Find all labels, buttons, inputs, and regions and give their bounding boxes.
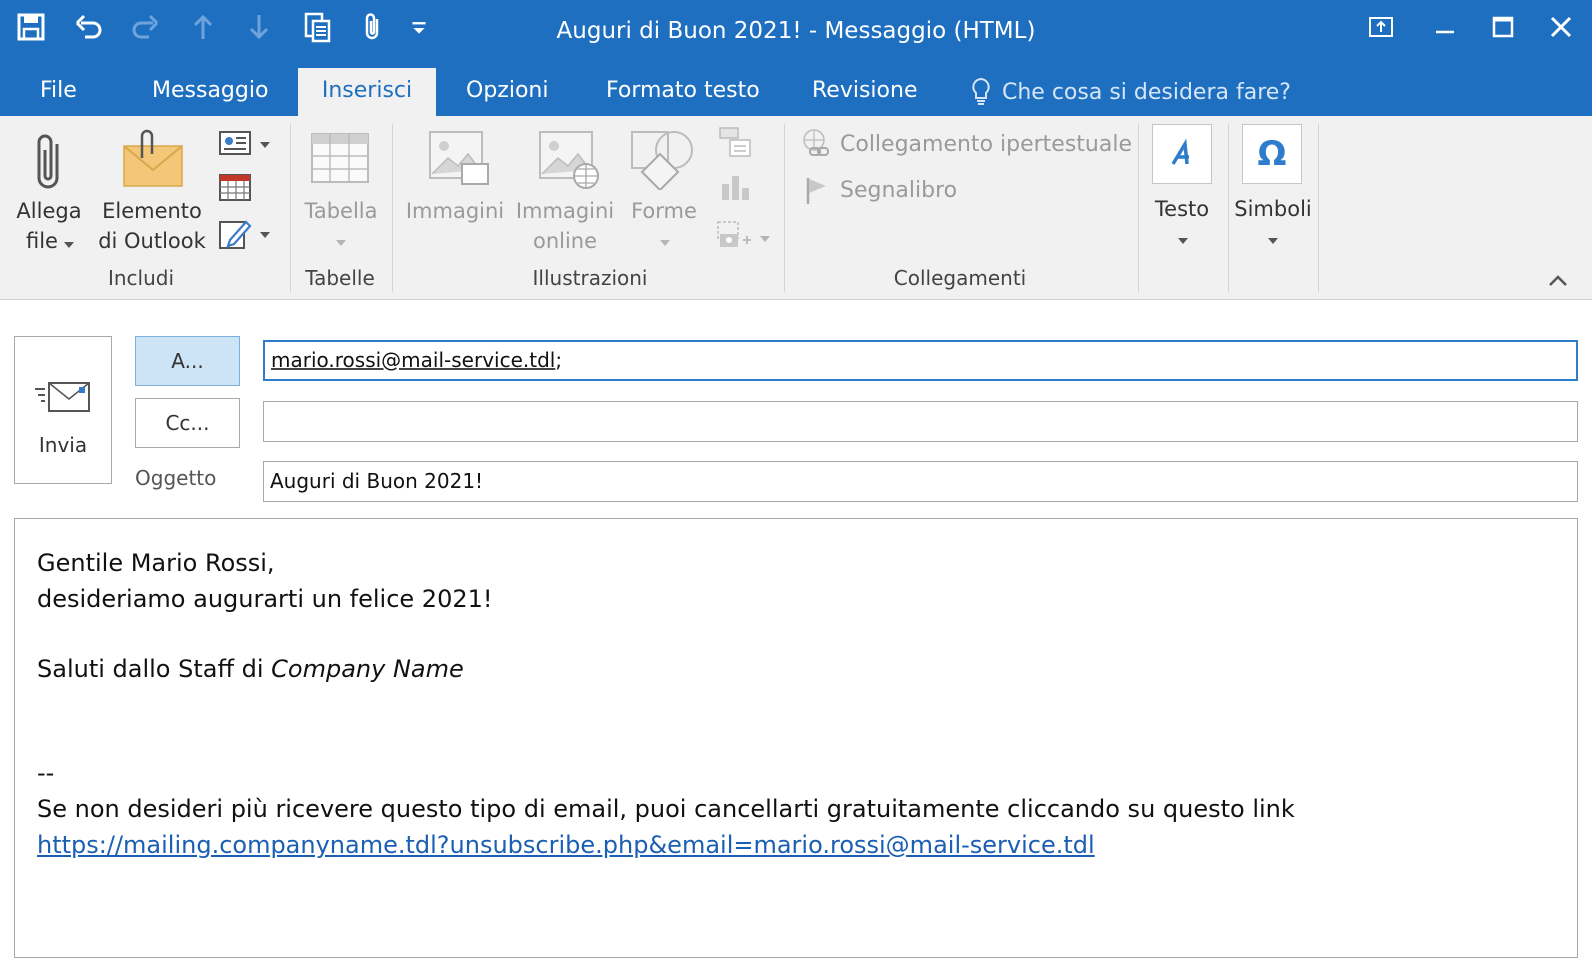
tab-inserisci[interactable]: Inserisci <box>298 68 436 116</box>
bookmark-flag-icon <box>806 178 826 204</box>
chart-icon[interactable] <box>718 172 752 202</box>
chevron-down-icon <box>1268 238 1278 244</box>
lightbulb-icon <box>972 77 990 105</box>
forme-label: Forme <box>631 199 697 223</box>
body-line-saluti: Saluti dallo Staff di Company Name <box>37 651 1577 687</box>
body-line-greeting: Gentile Mario Rossi, <box>37 549 275 577</box>
collapse-ribbon-icon[interactable] <box>1546 272 1570 288</box>
cc-button[interactable]: Cc... <box>135 398 240 448</box>
signature-separator: -- <box>37 759 55 787</box>
ribbon-display-options-icon[interactable] <box>1356 10 1406 44</box>
minimize-icon[interactable] <box>1420 10 1470 44</box>
body-line-wishes: desideriamo augurarti un felice 2021! <box>37 585 493 613</box>
online-pictures-icon <box>539 131 599 189</box>
send-button[interactable]: Invia <box>14 336 112 484</box>
segnalibro-label: Segnalibro <box>840 177 958 203</box>
calendar-icon[interactable] <box>218 172 252 202</box>
chevron-down-icon <box>336 240 346 246</box>
chevron-down-icon <box>1178 238 1188 244</box>
tab-file[interactable]: File <box>36 68 81 116</box>
chevron-down-icon <box>660 240 670 246</box>
hyperlink-icon <box>803 129 829 156</box>
ribbon-separator <box>1228 124 1229 292</box>
saluti-prefix: Saluti dallo Staff di <box>37 655 272 683</box>
group-label-includi: Includi <box>107 266 175 290</box>
outlook-compose-window: Auguri di Buon 2021! - Messaggio (HTML) … <box>0 0 1592 974</box>
tabella-label: Tabella <box>304 199 378 223</box>
ribbon-separator <box>392 124 393 292</box>
to-field[interactable]: mario.rossi@mail-service.tdl; <box>263 340 1578 381</box>
tab-opzioni[interactable]: Opzioni <box>462 68 552 116</box>
tab-formato-testo[interactable]: Formato testo <box>602 68 764 116</box>
collegamento-ipertestuale-button[interactable]: Collegamento ipertestuale <box>800 126 1132 162</box>
subject-label: Oggetto <box>135 466 217 490</box>
title-bar: Auguri di Buon 2021! - Messaggio (HTML) <box>0 0 1592 68</box>
testo-label: Testo <box>1154 197 1210 221</box>
group-label-illustrazioni: Illustrazioni <box>532 266 648 290</box>
send-label: Invia <box>38 433 88 457</box>
ribbon-tab-bar: File Messaggio Inserisci Opzioni Formato… <box>0 68 1592 116</box>
ribbon-separator <box>1138 124 1139 292</box>
tab-revisione[interactable]: Revisione <box>808 68 921 116</box>
cc-field[interactable] <box>263 401 1578 442</box>
outlook-item-icon <box>123 129 183 187</box>
tell-me-placeholder: Che cosa si desidera fare? <box>1002 79 1291 105</box>
tab-messaggio[interactable]: Messaggio <box>148 68 272 116</box>
chevron-down-icon <box>260 142 270 148</box>
collegamento-label: Collegamento ipertestuale <box>840 131 1132 157</box>
group-label-tabelle: Tabelle <box>305 266 375 290</box>
immagini-label: Immagini <box>405 199 505 223</box>
text-box-icon <box>1152 124 1212 184</box>
subject-field[interactable]: Auguri di Buon 2021! <box>263 461 1578 502</box>
window-title: Auguri di Buon 2021! - Messaggio (HTML) <box>556 18 1036 44</box>
tell-me-search[interactable]: Che cosa si desidera fare? <box>970 68 1291 116</box>
table-icon <box>311 133 369 183</box>
immagini-online-label-1: Immagini <box>515 199 615 223</box>
elemento-outlook-label-2: di Outlook <box>98 229 206 253</box>
close-icon[interactable] <box>1536 10 1586 44</box>
simboli-label: Simboli <box>1234 197 1312 221</box>
allega-file-label-2: file <box>26 229 58 253</box>
shapes-icon <box>631 131 693 190</box>
business-card-icon <box>219 131 251 155</box>
smartart-icon[interactable] <box>718 126 752 158</box>
maximize-icon[interactable] <box>1478 10 1528 44</box>
group-label-collegamenti: Collegamenti <box>893 266 1027 290</box>
message-body[interactable]: Gentile Mario Rossi, desideriamo augurar… <box>14 518 1578 958</box>
paperclip-icon <box>37 134 59 189</box>
chevron-down-icon <box>64 242 74 248</box>
ribbon-inserisci: Allega file Elemento di Outlook Includi … <box>0 116 1592 300</box>
screenshot-icon <box>717 221 751 247</box>
to-recipient[interactable]: mario.rossi@mail-service.tdl <box>271 348 555 372</box>
to-separator: ; <box>555 348 563 372</box>
unsubscribe-text: Se non desideri più ricevere questo tipo… <box>37 795 1295 823</box>
chevron-down-icon <box>760 236 770 242</box>
company-name: Company Name <box>271 655 464 683</box>
unsubscribe-link[interactable]: https://mailing.companyname.tdl?unsubscr… <box>37 831 1095 859</box>
omega-icon: Ω <box>1242 124 1302 184</box>
immagini-online-label-2: online <box>532 229 598 253</box>
chevron-down-icon <box>260 232 270 238</box>
pictures-icon <box>429 131 489 185</box>
send-icon <box>35 382 90 412</box>
ribbon-separator <box>784 124 785 292</box>
elemento-outlook-label-1: Elemento <box>102 199 202 223</box>
allega-file-label-1: Allega <box>16 199 82 223</box>
signature-icon <box>219 220 252 249</box>
to-button[interactable]: A... <box>135 336 240 386</box>
segnalibro-button[interactable]: Segnalibro <box>800 172 957 208</box>
ribbon-separator <box>1318 124 1319 292</box>
